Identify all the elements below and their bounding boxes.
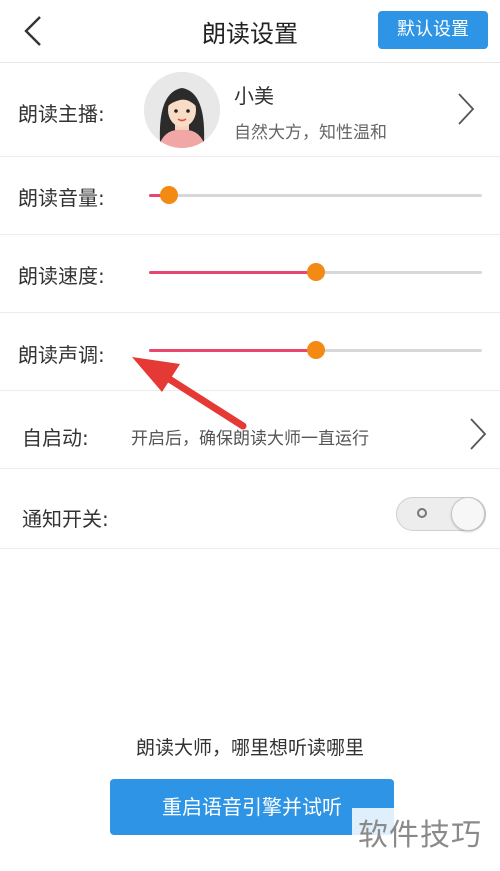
watermark-text: 软件技巧: [352, 808, 488, 856]
anchor-label: 朗读主播:: [18, 102, 105, 126]
speed-label: 朗读速度:: [18, 264, 105, 288]
pitch-slider-fill: [149, 349, 316, 352]
notify-toggle[interactable]: [396, 497, 486, 531]
anchor-name: 小美: [234, 84, 274, 108]
speed-slider[interactable]: [149, 263, 482, 281]
toggle-knob[interactable]: [451, 497, 485, 531]
volume-label: 朗读音量:: [18, 186, 105, 210]
top-bar: 朗读设置 默认设置: [0, 0, 500, 63]
notify-label: 通知开关:: [22, 507, 109, 531]
autostart-label: 自启动:: [22, 426, 89, 450]
toggle-off-icon: [417, 508, 427, 518]
autostart-description: 开启后，确保朗读大师一直运行: [131, 429, 369, 449]
avatar: [144, 72, 220, 148]
pitch-slider[interactable]: [149, 341, 482, 359]
chevron-right-icon[interactable]: [468, 417, 488, 451]
volume-slider[interactable]: [149, 186, 482, 204]
slogan-text: 朗读大师，哪里想听读哪里: [135, 737, 364, 759]
pitch-slider-thumb[interactable]: [306, 341, 325, 359]
volume-slider-thumb[interactable]: [159, 186, 178, 204]
anchor-description: 自然大方，知性温和: [234, 123, 387, 143]
speed-slider-fill: [149, 271, 316, 274]
chevron-right-icon[interactable]: [456, 92, 476, 126]
default-settings-button[interactable]: 默认设置: [378, 11, 488, 49]
anchor-avatar-icon: [144, 72, 220, 148]
speed-slider-thumb[interactable]: [306, 263, 325, 281]
pitch-label: 朗读声调:: [18, 343, 105, 367]
